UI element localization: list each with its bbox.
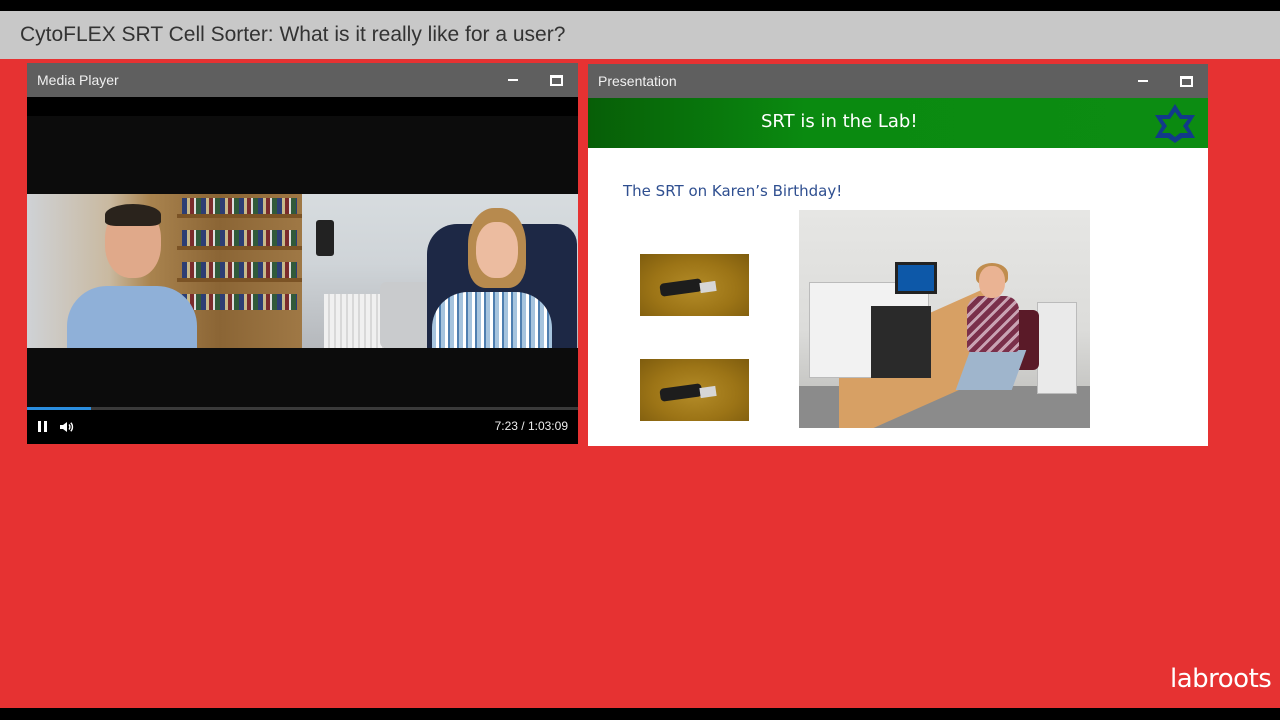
- lab-person: [955, 263, 1029, 406]
- guest-video-feed: [302, 194, 578, 348]
- speaker-object: [316, 220, 334, 256]
- maximize-button[interactable]: [1176, 71, 1196, 91]
- minimize-icon: [508, 79, 518, 81]
- presentation-header[interactable]: Presentation: [588, 64, 1208, 98]
- minimize-button[interactable]: [1133, 71, 1153, 91]
- usb-photo-thumbnail: [640, 254, 749, 316]
- maximize-icon: [1179, 75, 1193, 87]
- bookshelf-books: [182, 262, 297, 278]
- time-display: 7:23 / 1:03:09: [494, 419, 568, 433]
- usb-connector-object: [699, 385, 717, 399]
- video-content: [27, 194, 578, 348]
- slide-header: SRT is in the Lab!: [588, 98, 1208, 148]
- person-legs: [955, 350, 1027, 390]
- usb-connector-object: [699, 280, 717, 294]
- lab-photo: [799, 210, 1090, 428]
- presentation-label: Presentation: [598, 73, 677, 89]
- slide-subtitle: The SRT on Karen’s Birthday!: [623, 182, 843, 200]
- bookshelf-books: [182, 198, 297, 214]
- media-player-panel: Media Player 7:23 / 1:03:09: [27, 63, 578, 444]
- top-letterbox: [0, 0, 1280, 11]
- presenter-video-feed: [27, 194, 302, 348]
- page-title: CytoFLEX SRT Cell Sorter: What is it rea…: [20, 23, 566, 46]
- player-controls: 7:23 / 1:03:09: [27, 407, 578, 444]
- volume-icon-graphic: [60, 422, 74, 432]
- instrument-panel: [871, 306, 931, 378]
- presentation-panel: Presentation SRT is in the Lab! The SRT …: [588, 64, 1208, 446]
- usb-photo-thumbnail: [640, 359, 749, 421]
- slide-body: The SRT on Karen’s Birthday!: [588, 148, 1208, 446]
- bottom-letterbox: [0, 708, 1280, 720]
- minimize-button[interactable]: [503, 70, 523, 90]
- video-viewport[interactable]: [27, 97, 578, 407]
- radiator-object: [324, 294, 384, 348]
- webinar-title-bar: CytoFLEX SRT Cell Sorter: What is it rea…: [0, 11, 1280, 59]
- presenter-figure: [67, 204, 197, 348]
- lab-appliance: [1037, 302, 1077, 394]
- volume-icon[interactable]: [58, 419, 74, 435]
- media-player-header[interactable]: Media Player: [27, 63, 578, 97]
- guest-figure: [432, 208, 552, 348]
- person-jumper: [967, 296, 1019, 352]
- bookshelf-books: [182, 230, 297, 246]
- guest-head: [476, 222, 518, 278]
- presenter-hair: [105, 204, 161, 226]
- pause-icon[interactable]: [35, 419, 51, 435]
- usb-drive-object: [659, 278, 703, 297]
- maximize-button[interactable]: [546, 70, 566, 90]
- media-player-label: Media Player: [37, 72, 119, 88]
- person-head: [979, 266, 1005, 298]
- lab-monitor: [895, 262, 937, 294]
- minimize-icon: [1138, 80, 1148, 82]
- star-logo-icon: [1155, 104, 1195, 143]
- slide-title: SRT is in the Lab!: [761, 111, 918, 132]
- usb-drive-object: [659, 383, 703, 402]
- bookshelf-books: [182, 294, 297, 310]
- progress-fill: [27, 407, 92, 410]
- maximize-icon: [549, 74, 563, 86]
- guest-body: [432, 292, 552, 348]
- presenter-body: [67, 286, 197, 348]
- progress-bar[interactable]: [27, 407, 578, 410]
- labroots-logo: labroots: [1170, 664, 1272, 694]
